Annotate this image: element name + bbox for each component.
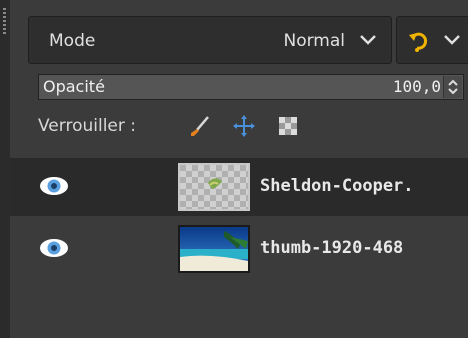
move-cross-icon[interactable] bbox=[232, 114, 256, 138]
layer-row[interactable]: Sheldon-Cooper. bbox=[10, 158, 468, 216]
chevron-down-icon bbox=[360, 35, 376, 45]
spin-arrows-icon bbox=[448, 79, 458, 95]
lock-label: Verrouiller : bbox=[38, 116, 136, 136]
mode-value: Normal bbox=[283, 31, 345, 51]
mode-label: Mode bbox=[49, 31, 96, 51]
eye-icon[interactable] bbox=[38, 237, 70, 259]
layer-list: Sheldon-Cooper. thumb-1920-468 bbox=[10, 158, 468, 338]
layer-row[interactable]: thumb-1920-468 bbox=[10, 220, 468, 278]
beach-thumbnail-art bbox=[180, 227, 248, 271]
layer-name[interactable]: Sheldon-Cooper. bbox=[260, 176, 468, 196]
layer-thumbnail bbox=[178, 225, 250, 273]
layer-thumbnail-art bbox=[208, 178, 222, 189]
drag-grip-icon[interactable] bbox=[3, 8, 6, 34]
composite-swap-icon bbox=[409, 32, 428, 52]
mode-select[interactable]: Mode Normal bbox=[28, 16, 392, 64]
layers-panel: Mode Normal Opacité 100,0 Verrouiller : bbox=[10, 0, 468, 338]
chevron-down-icon bbox=[444, 35, 460, 45]
layer-thumbnail bbox=[178, 163, 250, 211]
opacity-value: 100,0 bbox=[392, 77, 441, 96]
lock-row: Verrouiller : bbox=[38, 108, 468, 144]
opacity-label: Opacité bbox=[43, 77, 105, 96]
opacity-spinner[interactable] bbox=[443, 76, 462, 98]
panel-left-edge bbox=[0, 0, 10, 338]
opacity-slider[interactable]: Opacité 100,0 bbox=[38, 74, 464, 100]
eye-icon[interactable] bbox=[38, 175, 70, 197]
paintbrush-icon[interactable] bbox=[188, 114, 212, 138]
layer-name[interactable]: thumb-1920-468 bbox=[260, 238, 468, 258]
composite-mode-select[interactable] bbox=[396, 16, 468, 64]
alpha-checker-icon[interactable] bbox=[276, 114, 300, 138]
